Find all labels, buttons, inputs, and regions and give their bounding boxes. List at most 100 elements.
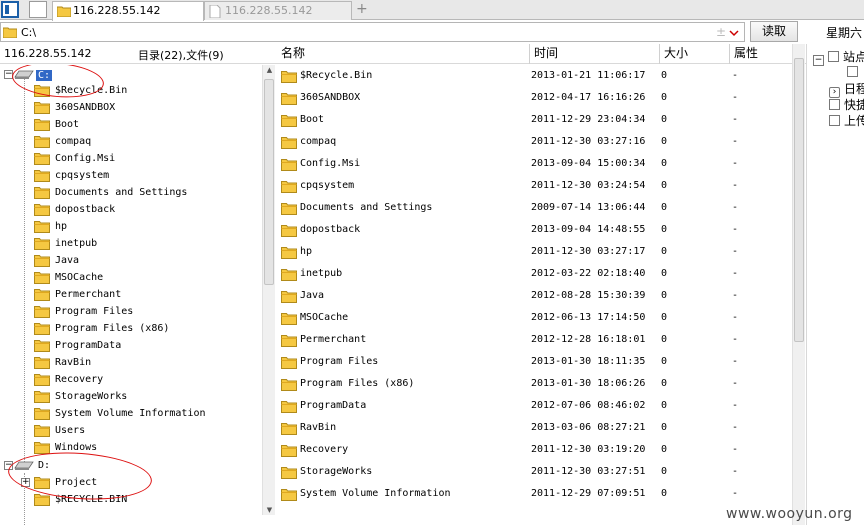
panel-item-upload[interactable]: 上传 xyxy=(829,112,864,128)
file-attr: - xyxy=(732,290,739,301)
file-row[interactable]: hp 2011-12-30 03:27:17 0 - xyxy=(277,241,792,263)
file-row[interactable]: Config.Msi 2013-09-04 15:00:34 0 - xyxy=(277,153,792,175)
annotation-circle xyxy=(6,448,154,504)
file-row[interactable]: Documents and Settings 2009-07-14 13:06:4… xyxy=(277,197,792,219)
file-time: 2012-08-28 15:30:39 xyxy=(531,290,646,301)
tab-inactive[interactable]: 116.228.55.142 xyxy=(204,1,352,20)
tree-folder-label: RavBin xyxy=(55,357,92,368)
panel-item-schedule[interactable]: › 日程 xyxy=(829,80,864,98)
panel-item-label: 站点 xyxy=(843,50,864,64)
column-size[interactable]: 大小 xyxy=(659,44,729,64)
folder-icon xyxy=(281,357,297,369)
file-time: 2013-01-21 11:06:17 xyxy=(531,70,646,81)
tree-folder-label: cpqsystem xyxy=(55,170,110,181)
panel-item-site[interactable]: − 站点 xyxy=(813,48,864,66)
tree-scrollbar[interactable]: ▲ ▼ xyxy=(262,65,275,515)
tab-bar: 116.228.55.142 116.228.55.142 + xyxy=(0,0,864,21)
file-time: 2013-09-04 15:00:34 xyxy=(531,158,646,169)
scroll-thumb[interactable] xyxy=(264,79,274,285)
folder-icon xyxy=(34,408,50,420)
up-icon[interactable]: ± xyxy=(716,25,726,39)
panel-item-shortcut[interactable]: 快捷 xyxy=(829,96,864,112)
folder-icon xyxy=(281,335,297,347)
file-time: 2012-07-06 08:46:02 xyxy=(531,400,646,411)
file-name: Boot xyxy=(300,114,325,125)
file-size: 0 xyxy=(661,466,668,477)
page-icon xyxy=(828,51,839,62)
file-name: $Recycle.Bin xyxy=(300,70,373,81)
tab-label: 116.228.55.142 xyxy=(225,4,313,17)
folder-icon xyxy=(281,467,297,479)
file-size: 0 xyxy=(661,180,668,191)
file-row[interactable]: RavBin 2013-03-06 08:27:21 0 - xyxy=(277,417,792,439)
file-row[interactable]: Boot 2011-12-29 23:04:34 0 - xyxy=(277,109,792,131)
file-name: System Volume Information xyxy=(300,488,451,499)
column-time[interactable]: 时间 xyxy=(529,44,659,64)
scroll-down-icon[interactable]: ▼ xyxy=(264,506,275,514)
column-attr[interactable]: 属性 xyxy=(729,44,792,64)
hand-icon xyxy=(829,99,840,110)
file-row[interactable]: 360SANDBOX 2012-04-17 16:16:26 0 - xyxy=(277,87,792,109)
file-time: 2009-07-14 13:06:44 xyxy=(531,202,646,213)
file-size: 0 xyxy=(661,92,668,103)
folder-icon xyxy=(34,374,50,386)
page-icon xyxy=(209,5,221,18)
folder-icon xyxy=(34,357,50,369)
blank-tab-icon[interactable] xyxy=(29,1,47,18)
file-row[interactable]: dopostback 2013-09-04 14:48:55 0 - xyxy=(277,219,792,241)
file-attr: - xyxy=(732,70,739,81)
file-row[interactable]: Permerchant 2012-12-28 16:18:01 0 - xyxy=(277,329,792,351)
new-tab-button[interactable]: + xyxy=(356,0,368,18)
file-size: 0 xyxy=(661,378,668,389)
file-row[interactable]: MSOCache 2012-06-13 17:14:50 0 - xyxy=(277,307,792,329)
folder-icon xyxy=(34,306,50,318)
tab-active[interactable]: 116.228.55.142 xyxy=(52,1,204,21)
file-size: 0 xyxy=(661,488,668,499)
address-input[interactable]: C:\ ± xyxy=(0,22,745,42)
file-name: Permerchant xyxy=(300,334,367,345)
file-row[interactable]: $Recycle.Bin 2013-01-21 11:06:17 0 - xyxy=(277,65,792,87)
file-size: 0 xyxy=(661,444,668,455)
address-row: C:\ ± 读取 星期六 xyxy=(0,21,864,43)
folder-icon xyxy=(34,272,50,284)
file-attr: - xyxy=(732,378,739,389)
file-time: 2011-12-29 23:04:34 xyxy=(531,114,646,125)
folder-icon xyxy=(34,391,50,403)
file-row[interactable]: StorageWorks 2011-12-30 03:27:51 0 - xyxy=(277,461,792,483)
file-attr: - xyxy=(732,92,739,103)
tree-folder-label: StorageWorks xyxy=(55,391,128,402)
file-row[interactable]: Java 2012-08-28 15:30:39 0 - xyxy=(277,285,792,307)
window-icon[interactable] xyxy=(1,1,19,18)
tree-folder-label: Config.Msi xyxy=(55,153,116,164)
scroll-up-icon[interactable]: ▲ xyxy=(264,66,275,74)
file-row[interactable]: ProgramData 2012-07-06 08:46:02 0 - xyxy=(277,395,792,417)
tree-folder-label: Program Files (x86) xyxy=(55,323,170,334)
folder-icon xyxy=(281,115,297,127)
scroll-thumb[interactable] xyxy=(794,58,804,342)
file-row[interactable]: cpqsystem 2011-12-30 03:24:54 0 - xyxy=(277,175,792,197)
file-attr: - xyxy=(732,158,739,169)
file-size: 0 xyxy=(661,312,668,323)
chevron-down-icon[interactable] xyxy=(728,24,740,42)
file-row[interactable]: Recovery 2011-12-30 03:19:20 0 - xyxy=(277,439,792,461)
file-row[interactable]: System Volume Information 2011-12-29 07:0… xyxy=(277,483,792,505)
file-row[interactable]: Program Files 2013-01-30 18:11:35 0 - xyxy=(277,351,792,373)
read-button[interactable]: 读取 xyxy=(750,21,798,42)
folder-icon xyxy=(281,489,297,501)
file-attr: - xyxy=(732,488,739,499)
file-attr: - xyxy=(732,466,739,477)
folder-icon xyxy=(34,221,50,233)
file-row[interactable]: compaq 2011-12-30 03:27:16 0 - xyxy=(277,131,792,153)
folder-icon xyxy=(34,119,50,131)
file-size: 0 xyxy=(661,136,668,147)
file-size: 0 xyxy=(661,224,668,235)
list-scrollbar[interactable] xyxy=(792,44,805,525)
file-row[interactable]: inetpub 2012-03-22 02:18:40 0 - xyxy=(277,263,792,285)
column-name[interactable]: 名称 xyxy=(277,44,529,64)
file-size: 0 xyxy=(661,290,668,301)
panel-item-label: 上传 xyxy=(844,114,864,128)
file-row[interactable]: Program Files (x86) 2013-01-30 18:06:26 0 - xyxy=(277,373,792,395)
folder-icon xyxy=(3,27,17,38)
file-attr: - xyxy=(732,136,739,147)
file-time: 2012-03-22 02:18:40 xyxy=(531,268,646,279)
